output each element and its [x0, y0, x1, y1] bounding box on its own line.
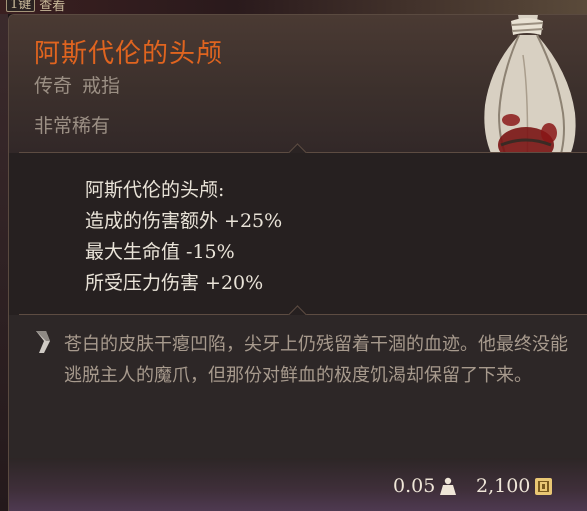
quote-icon [36, 331, 50, 353]
lore-text: 苍白的皮肤干瘪凹陷，尖牙上仍残留着干涸的血迹。他最终没能逃脱主人的魔爪，但那份对… [64, 334, 568, 386]
item-weight: 0.05 [393, 475, 436, 497]
item-tooltip: 阿斯代伦的头颅 传奇 戒指 非常稀有 阿斯代伦的头颅: 造成的伤害额外 +25%… [8, 14, 587, 511]
effect-line: 造成的伤害额外 +25% [85, 210, 283, 232]
weight-icon [440, 477, 456, 495]
item-category: 戒指 [82, 75, 121, 97]
background-strip [0, 0, 587, 14]
key-hint-key: 1键 [6, 0, 36, 12]
gold-coin-icon [535, 478, 552, 495]
tooltip-header: 阿斯代伦的头颅 传奇 戒指 非常稀有 [9, 15, 587, 185]
effects-heading: 阿斯代伦的头颅: [85, 179, 225, 201]
background-left-edge [0, 14, 8, 511]
effect-line: 所受压力伤害 +20% [85, 272, 264, 294]
item-title: 阿斯代伦的头颅 [34, 39, 224, 69]
item-type: 传奇 戒指 [34, 71, 120, 98]
effect-line: 最大生命值 -15% [85, 241, 235, 263]
key-hint: 1键 查看 [6, 0, 66, 14]
key-hint-label: 查看 [39, 0, 66, 14]
effects-section: 阿斯代伦的头颅: 造成的伤害额外 +25% 最大生命值 -15% 所受压力伤害 … [9, 153, 587, 315]
tooltip-footer: 0.05 2,100 [9, 458, 587, 511]
lore-section: 苍白的皮肤干瘪凹陷，尖牙上仍残留着干涸的血迹。他最终没能逃脱主人的魔爪，但那份对… [9, 315, 587, 458]
item-subtitle: 非常稀有 [34, 115, 111, 137]
item-rarity: 传奇 [34, 75, 73, 97]
item-price: 2,100 [476, 475, 531, 497]
